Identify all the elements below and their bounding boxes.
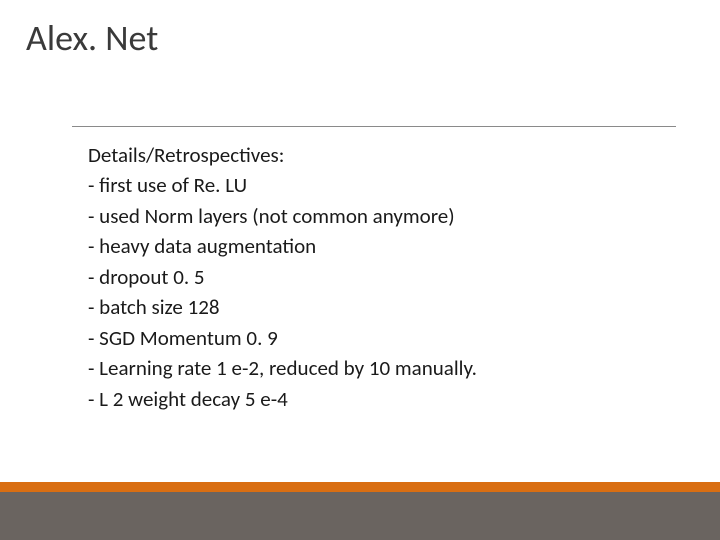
slide: Alex. Net Details/Retrospectives: - firs… [0,0,720,540]
bullet-item: - first use of Re. LU [88,170,477,200]
bullet-item: - batch size 128 [88,292,477,322]
bullet-item: - L 2 weight decay 5 e-4 [88,384,477,414]
bullet-item: - used Norm layers (not common anymore) [88,201,477,231]
footer-bar [0,492,720,540]
divider [72,126,676,127]
bullet-item: - SGD Momentum 0. 9 [88,323,477,353]
bullet-item: - Learning rate 1 e-2, reduced by 10 man… [88,353,477,383]
footer-accent-bar [0,482,720,492]
bullet-item: - heavy data augmentation [88,231,477,261]
body-content: Details/Retrospectives: - first use of R… [88,140,477,414]
slide-title: Alex. Net [0,0,720,60]
bullet-item: - dropout 0. 5 [88,262,477,292]
content-heading: Details/Retrospectives: [88,140,477,170]
